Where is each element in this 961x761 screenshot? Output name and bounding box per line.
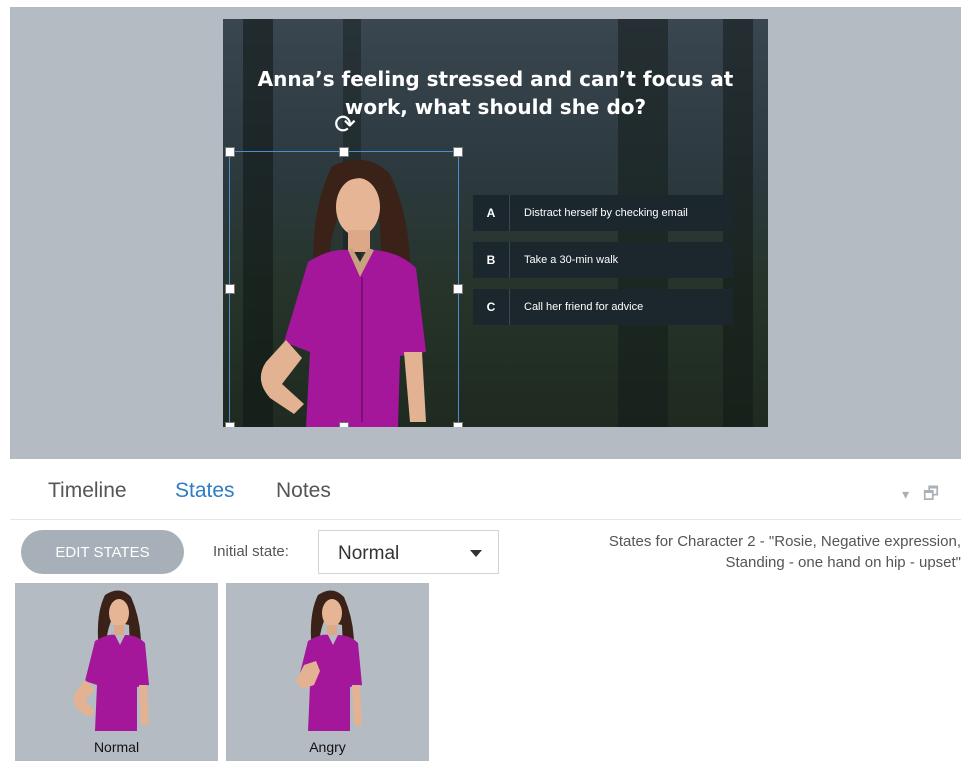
- panel-controls: ▾ 🗗: [902, 481, 939, 510]
- answer-text: Distract herself by checking email: [524, 207, 688, 219]
- edit-states-button[interactable]: EDIT STATES: [21, 530, 184, 574]
- answer-letter: C: [473, 289, 510, 325]
- state-normal-image: [73, 590, 149, 731]
- tab-timeline[interactable]: Timeline: [48, 479, 127, 503]
- answer-letter: B: [473, 242, 510, 278]
- rotate-handle-icon[interactable]: ⟳: [332, 109, 358, 139]
- resize-handle[interactable]: [225, 422, 235, 427]
- state-thumbnail-angry[interactable]: Angry: [226, 583, 429, 761]
- state-thumbnail-normal[interactable]: Normal: [15, 583, 218, 761]
- collapse-chevron-icon[interactable]: ▾: [902, 486, 909, 502]
- tab-states[interactable]: States: [175, 479, 235, 503]
- answer-option-a[interactable]: A Distract herself by checking email: [473, 195, 733, 231]
- resize-handle[interactable]: [225, 147, 235, 157]
- initial-state-select[interactable]: Normal: [318, 530, 499, 574]
- state-label: Angry: [309, 739, 346, 755]
- dropdown-arrow-icon: [470, 550, 482, 557]
- state-label: Normal: [93, 739, 140, 755]
- answer-option-c[interactable]: C Call her friend for advice: [473, 289, 733, 325]
- slide-canvas-area: Anna’s feeling stressed and can’t focus …: [10, 7, 961, 459]
- initial-state-label: Initial state:: [213, 543, 289, 560]
- resize-handle[interactable]: [453, 422, 463, 427]
- resize-handle[interactable]: [339, 147, 349, 157]
- states-info-line: Standing - one hand on hip - upset": [725, 554, 961, 571]
- character-image: [260, 159, 426, 427]
- states-info-line: States for Character 2 - "Rosie, Negativ…: [608, 533, 961, 550]
- question-text[interactable]: Anna’s feeling stressed and can’t focus …: [253, 65, 738, 121]
- answer-text: Take a 30-min walk: [524, 254, 619, 266]
- restore-window-icon[interactable]: 🗗: [923, 484, 939, 503]
- resize-handle[interactable]: [339, 422, 349, 427]
- answer-letter: A: [473, 195, 510, 231]
- resize-handle[interactable]: [453, 147, 463, 157]
- panel-tab-bar: Timeline States Notes ▾ 🗗: [10, 459, 961, 520]
- states-info-text: States for Character 2 - "Rosie, Negativ…: [530, 531, 961, 573]
- answer-option-b[interactable]: B Take a 30-min walk: [473, 242, 733, 278]
- character-selection-box[interactable]: [225, 147, 463, 427]
- answer-text: Call her friend for advice: [524, 301, 644, 313]
- state-angry-image: [296, 590, 362, 731]
- resize-handle[interactable]: [225, 284, 235, 294]
- initial-state-value: Normal: [338, 543, 400, 564]
- slide[interactable]: Anna’s feeling stressed and can’t focus …: [223, 19, 768, 427]
- resize-handle[interactable]: [453, 284, 463, 294]
- tab-notes[interactable]: Notes: [276, 479, 331, 503]
